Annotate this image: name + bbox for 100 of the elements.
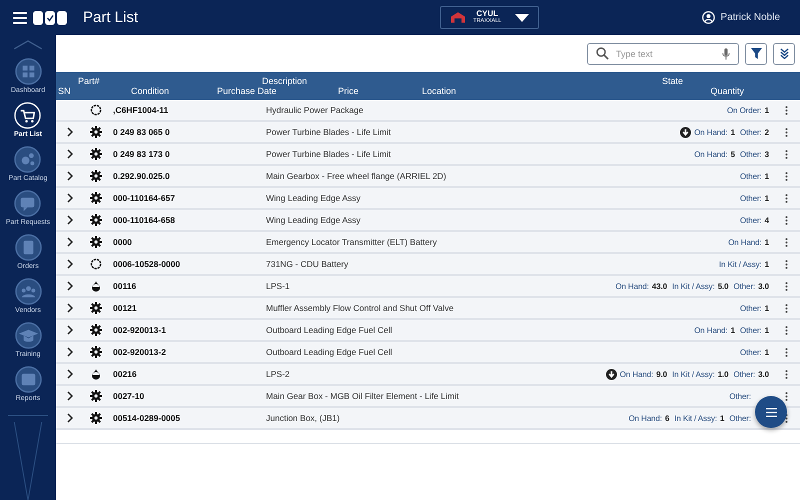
- sidebar-icon: [14, 234, 42, 262]
- quantity-value: 1: [720, 414, 724, 422]
- part-number: 000-110164-658: [113, 215, 176, 225]
- quantity-value: 1: [730, 326, 735, 334]
- user-name: Patrick Noble: [720, 12, 780, 23]
- more-icon[interactable]: [785, 390, 788, 402]
- column-header: Part#: [78, 76, 101, 86]
- gear-icon: [90, 126, 102, 138]
- more-icon[interactable]: [785, 368, 788, 380]
- table-row[interactable]: 0027-10 Main Gear Box - MGB Oil Filter Element - Life Limit Other:: [56, 386, 800, 408]
- more-icon[interactable]: [785, 302, 788, 314]
- chevron-right-icon[interactable]: [67, 413, 73, 423]
- part-description: Outboard Leading Edge Fuel Cell: [266, 325, 394, 335]
- more-icon[interactable]: [785, 214, 788, 226]
- chevron-right-icon[interactable]: [67, 347, 73, 357]
- quantity-value: 5: [730, 150, 735, 158]
- column-header: Condition: [131, 86, 170, 96]
- quantity-value: 4: [764, 216, 769, 224]
- page-title: Part List: [83, 9, 138, 26]
- quantity-label: On Hand:: [694, 150, 728, 158]
- quantity-label: Other:: [740, 216, 762, 224]
- chevron-right-icon[interactable]: [67, 193, 73, 203]
- quantity-label: Other:: [729, 414, 751, 422]
- table-row[interactable]: 00116 LPS-1 On Hand: 43.0 In Kit / Assy: 5.0 Other: 3.0: [56, 276, 800, 298]
- column-header: Description: [262, 76, 308, 86]
- quantity-label: On Order:: [726, 106, 762, 114]
- chevron-right-icon[interactable]: [67, 391, 73, 401]
- table-row[interactable]: 0 249 83 173 0 Power Turbine Blades - Life Limit On Hand: 5 Other: 3: [56, 144, 800, 166]
- table-row[interactable]: 000-110164-658 Wing Leading Edge Assy Other: 4: [56, 210, 800, 232]
- more-icon[interactable]: [785, 258, 788, 270]
- table-row[interactable]: ,C6HF1004-11 Hydraulic Power Package On Order: 1: [56, 100, 800, 122]
- table-row[interactable]: 002-920013-2 Outboard Leading Edge Fuel Cell Other: 1: [56, 342, 800, 364]
- table-row[interactable]: 00121 Muffler Assembly Flow Control and Shut Off Valve Other: 1: [56, 298, 800, 320]
- quantity-label: Other:: [740, 194, 762, 202]
- more-icon[interactable]: [785, 324, 788, 336]
- more-icon[interactable]: [785, 126, 788, 138]
- quantity-value: 2: [764, 128, 769, 136]
- table-row[interactable]: 00216 LPS-2 On Hand: 9.0 In Kit / Assy: 1.0 Other: 3.0: [56, 364, 800, 386]
- part-description: Hydraulic Power Package: [266, 105, 364, 115]
- table-row[interactable]: 0006-10528-0000 731NG - CDU Battery In Kit / Assy: 1: [56, 254, 800, 276]
- chevron-right-icon[interactable]: [67, 325, 73, 335]
- chevron-right-icon[interactable]: [67, 149, 73, 159]
- table-row[interactable]: 0 249 83 065 0 Power Turbine Blades - Life Limit On Hand: 1 Other: 2: [56, 122, 800, 144]
- column-header: State: [662, 76, 684, 86]
- more-icon[interactable]: [785, 236, 788, 248]
- more-icon[interactable]: [785, 346, 788, 358]
- expand-all-button[interactable]: [773, 42, 795, 64]
- more-icon[interactable]: [785, 148, 788, 160]
- more-icon[interactable]: [785, 170, 788, 182]
- chevron-right-icon[interactable]: [67, 303, 73, 313]
- quantity-value: 3: [764, 150, 769, 158]
- download-arrow-icon: [606, 368, 617, 380]
- gear-icon: [90, 192, 102, 204]
- quantity-value: 1: [764, 304, 769, 312]
- quantity-label: Other:: [729, 392, 751, 400]
- column-header: Location: [422, 86, 458, 96]
- table-row[interactable]: 0.292.90.025.0 Main Gearbox - Free wheel flange (ARRIEL 2D) Other: 1: [56, 166, 800, 188]
- quantity-label: Other:: [740, 172, 762, 180]
- search-field[interactable]: Type text: [587, 42, 739, 64]
- microphone-icon[interactable]: [722, 48, 730, 60]
- table-row[interactable]: 0000 Emergency Locator Transmitter (ELT) Battery On Hand: 1: [56, 232, 800, 254]
- menu-icon[interactable]: [13, 12, 27, 24]
- part-description: 731NG - CDU Battery: [266, 259, 350, 269]
- quantity-value: 1: [764, 238, 769, 246]
- quantity-label: On Hand:: [620, 370, 654, 378]
- quantity-label: On Hand:: [615, 282, 649, 290]
- more-icon[interactable]: [785, 104, 788, 116]
- more-icon[interactable]: [785, 192, 788, 204]
- chevron-right-icon[interactable]: [67, 259, 73, 269]
- sidebar-icon: [14, 322, 42, 350]
- user-icon[interactable]: [702, 11, 715, 24]
- part-number: 000-110164-657: [113, 193, 176, 203]
- quantity-label: Other:: [740, 304, 762, 312]
- search-icon: [596, 47, 609, 60]
- table-row[interactable]: 002-920013-1 Outboard Leading Edge Fuel Cell On Hand: 1 Other: 1: [56, 320, 800, 342]
- table-row[interactable]: 00514-0289-0005 Junction Box, (JB1) On Hand: 6 In Kit / Assy: 1 Other:: [56, 408, 800, 430]
- part-number: 00514-0289-0005: [113, 413, 182, 423]
- gear-icon: [90, 170, 102, 182]
- table-row[interactable]: 000-110164-657 Wing Leading Edge Assy Other: 1: [56, 188, 800, 210]
- quantity-label: On Hand:: [694, 326, 728, 334]
- chevron-right-icon[interactable]: [67, 237, 73, 247]
- part-description: Emergency Locator Transmitter (ELT) Battery: [266, 237, 438, 247]
- logo-icon: [33, 10, 67, 24]
- gear-icon: [90, 324, 102, 336]
- quantity-label: On Hand:: [728, 238, 762, 246]
- chevron-right-icon[interactable]: [67, 369, 73, 379]
- quantity-value: 1: [730, 128, 735, 136]
- quantity-value: 6: [665, 414, 670, 422]
- more-icon[interactable]: [785, 280, 788, 292]
- chevron-right-icon[interactable]: [67, 215, 73, 225]
- part-description: Muffler Assembly Flow Control and Shut Off Valve: [266, 303, 455, 313]
- quantity-label: Other:: [740, 348, 762, 356]
- filter-button[interactable]: [745, 42, 767, 64]
- sidebar-icon: [14, 278, 42, 306]
- column-header: SN: [58, 86, 72, 96]
- chevron-right-icon[interactable]: [67, 171, 73, 181]
- quantity-label: In Kit / Assy:: [719, 260, 762, 268]
- chevron-right-icon[interactable]: [67, 127, 73, 137]
- chevron-right-icon[interactable]: [67, 281, 73, 291]
- quantity-value: 1: [764, 106, 769, 114]
